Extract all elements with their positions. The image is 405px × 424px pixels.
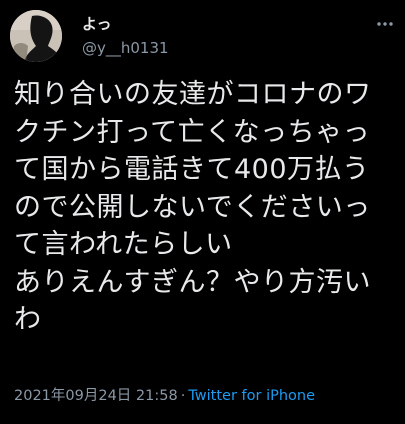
tweet-text: 知り合いの友達がコロナのワ クチン打って亡くなっちゃっ て国から電話きて400万… xyxy=(14,76,395,339)
meta-separator: · xyxy=(180,388,186,404)
tweet-text-line: ありえんすぎん？やり方汚い xyxy=(14,266,371,298)
more-options-icon xyxy=(377,22,393,26)
user-meta: よっ @y__h0131 xyxy=(82,14,169,58)
tweet-text-line: わ xyxy=(14,304,42,335)
avatar[interactable] xyxy=(10,10,62,62)
more-options-button[interactable] xyxy=(375,14,395,34)
tweet-text-line: 知り合いの友達がコロナのワ xyxy=(14,79,372,110)
tweet-text-line: て国から電話きて400万払う xyxy=(14,154,370,185)
tweet-timestamp[interactable]: 2021年09月24日 21:58 xyxy=(14,388,178,404)
tweet-meta: 2021年09月24日 21:58 · Twitter for iPhone xyxy=(14,386,399,406)
tweet-header: よっ @y__h0131 xyxy=(10,10,395,64)
display-name[interactable]: よっ xyxy=(82,14,169,34)
tweet-text-line: ので公開しないでくださいっ xyxy=(14,191,371,223)
avatar-photo xyxy=(10,10,62,62)
tweet-text-line: クチン打って亡くなっちゃっ xyxy=(14,116,371,148)
user-handle[interactable]: @y__h0131 xyxy=(82,38,169,58)
tweet-source-link[interactable]: Twitter for iPhone xyxy=(188,388,315,404)
tweet-text-line: て言われたらしい xyxy=(14,229,233,260)
